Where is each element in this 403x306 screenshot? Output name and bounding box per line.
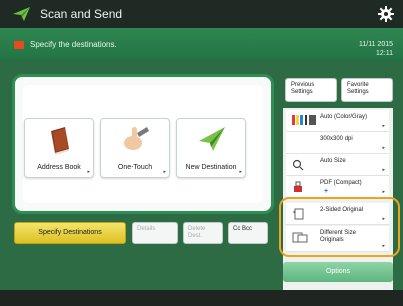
previous-settings-button[interactable]: Previous Settings — [285, 78, 337, 102]
address-book-icon — [47, 125, 73, 160]
corner-arrow-icon: ▸ — [382, 145, 385, 151]
previous-settings-label: Previous Settings — [291, 82, 315, 95]
message-icon — [14, 41, 24, 49]
corner-arrow-icon: ▸ — [382, 167, 385, 173]
cc-bcc-button[interactable]: Cc Bcc — [228, 222, 268, 244]
date-text: 11/11 2015 — [359, 41, 393, 48]
new-destination-icon — [197, 125, 227, 158]
message-text: Specify the destinations. — [30, 40, 117, 49]
one-touch-icon — [121, 123, 151, 158]
scan-and-send-screen: Scan and Send Specify the destinations. … — [0, 0, 403, 306]
time-text: 12:11 — [376, 50, 393, 57]
scan-send-icon — [12, 5, 32, 28]
bottom-bar — [0, 290, 403, 306]
one-touch-label: One-Touch — [117, 164, 153, 171]
new-destination-button[interactable]: New Destination ▸ — [176, 118, 246, 178]
resolution-value: 300x300 dpi — [320, 136, 353, 142]
add-icon: + — [324, 188, 329, 195]
corner-arrow-icon: ▸ — [382, 123, 385, 129]
file-format-value: PDF (Compact) — [320, 180, 362, 186]
corner-arrow-icon: ▸ — [87, 169, 90, 175]
favorite-settings-label: Favorite Settings — [347, 82, 369, 95]
scan-size-setting[interactable]: Auto Size ▸ — [286, 154, 389, 176]
window-title: Scan and Send — [40, 7, 123, 21]
date-time: 11/11 2015 12:11 — [359, 40, 393, 58]
resolution-setting[interactable]: 300x300 dpi ▸ — [286, 132, 389, 154]
file-format-setting[interactable]: PDF (Compact) + ▸ — [286, 176, 389, 198]
highlight-outline — [279, 197, 400, 257]
new-destination-label: New Destination — [185, 164, 237, 171]
scan-size-icon — [292, 159, 304, 173]
address-book-button[interactable]: Address Book ▸ — [24, 118, 94, 178]
color-mode-setting[interactable]: Auto (Color/Gray) ▸ — [286, 110, 389, 132]
one-touch-button[interactable]: One-Touch ▸ — [100, 118, 170, 178]
color-mode-value: Auto (Color/Gray) — [320, 114, 368, 120]
scan-size-value: Auto Size — [320, 158, 346, 164]
favorite-settings-button[interactable]: Favorite Settings — [341, 78, 393, 102]
gear-icon[interactable] — [377, 5, 395, 28]
corner-arrow-icon: ▸ — [239, 169, 242, 175]
file-format-icon — [292, 181, 304, 195]
details-button[interactable]: Details — [132, 222, 178, 244]
corner-arrow-icon: ▸ — [163, 169, 166, 175]
message-bar: Specify the destinations. 11/11 2015 12:… — [0, 28, 403, 60]
address-book-label: Address Book — [37, 164, 81, 171]
title-bar: Scan and Send — [0, 0, 403, 28]
corner-arrow-icon: ▸ — [382, 189, 385, 195]
delete-destination-button[interactable]: Delete Dest. — [183, 222, 223, 244]
specify-destinations-button[interactable]: Specify Destinations — [14, 222, 126, 244]
options-button[interactable]: Options — [283, 262, 393, 282]
color-mode-icon — [292, 115, 316, 127]
